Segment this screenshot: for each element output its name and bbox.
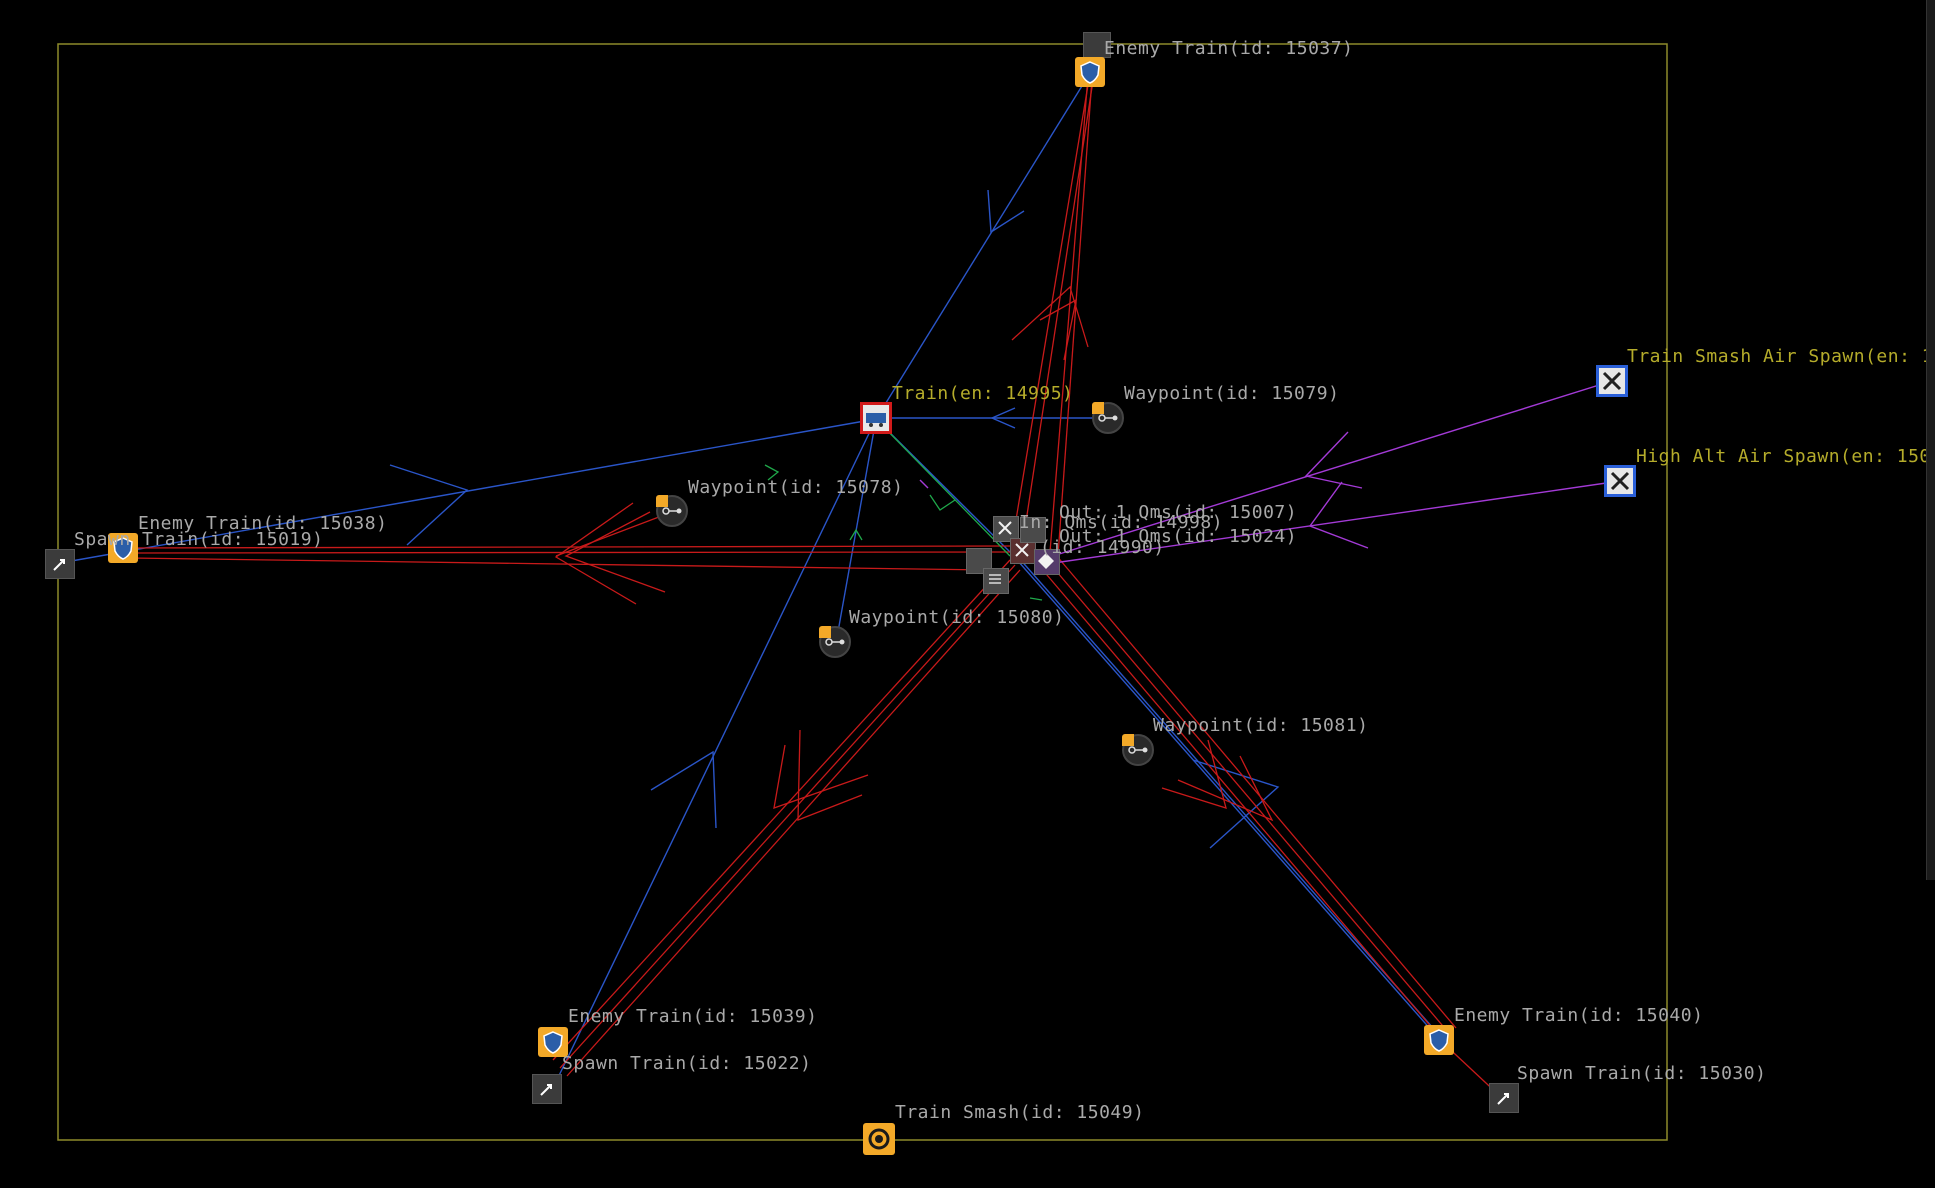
air-spawn-icon[interactable] [1596,365,1628,397]
vertical-scrollbar[interactable] [1926,0,1935,880]
waypoint-icon[interactable] [656,495,688,527]
node-label: Enemy Train(id: 15037) [1104,38,1354,59]
node-label: Spawn Train(id: 15019) [74,529,324,550]
node-label: Spawn Train(id: 15030) [1517,1063,1767,1084]
map-bounds [57,43,1668,1141]
node-label: Waypoint(id: 15081) [1153,715,1369,736]
node-label: Train Smash(id: 15049) [895,1102,1145,1123]
script-node-icon[interactable] [983,568,1009,594]
node-label: Waypoint(id: 15079) [1124,383,1340,404]
train-icon[interactable] [860,402,892,434]
shield-icon[interactable] [1424,1025,1454,1055]
node-label: Train Smash Air Spawn(en: 15062 [1627,346,1935,367]
waypoint-icon[interactable] [1122,734,1154,766]
spawn-icon[interactable] [1489,1083,1519,1113]
red-paths [124,72,1503,1099]
node-label: Train(en: 14995) [892,383,1074,404]
node-label: High Alt Air Spawn(en: 15091) [1636,446,1935,467]
waypoint-icon[interactable] [819,626,851,658]
node-label: (id: 14990) [1040,537,1165,558]
spawn-icon[interactable] [532,1074,562,1104]
air-spawn-icon[interactable] [1604,465,1636,497]
waypoint-icon[interactable] [1092,402,1124,434]
node-label: Spawn Train(id: 15022) [562,1053,812,1074]
spawn-icon[interactable] [45,549,75,579]
blue-paths [59,72,1449,1089]
node-label: Enemy Train(id: 15040) [1454,1005,1704,1026]
node-label: Enemy Train(id: 15039) [568,1006,818,1027]
node-label: Waypoint(id: 15080) [849,607,1065,628]
shield-icon[interactable] [1075,57,1105,87]
node-label: Waypoint(id: 15078) [688,477,904,498]
target-icon[interactable] [863,1123,895,1155]
node-graph-canvas[interactable]: Enemy Train(id: 15037) Enemy Train(id: 1… [0,0,1935,1188]
